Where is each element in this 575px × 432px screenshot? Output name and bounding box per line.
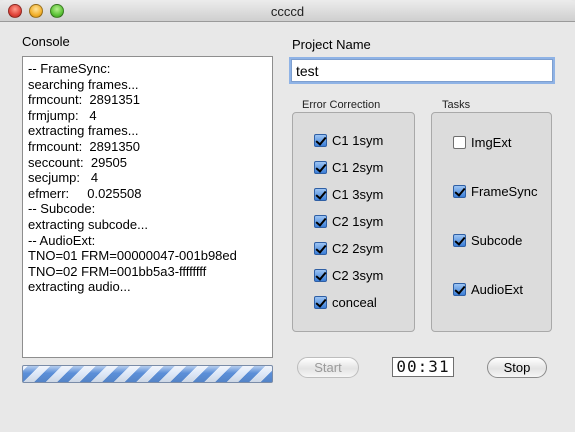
checked-icon[interactable] [453, 185, 466, 198]
checked-icon[interactable] [453, 234, 466, 247]
console-line: extracting audio... [28, 279, 131, 295]
tasks-checkbox[interactable]: Subcode [453, 233, 522, 248]
console-line: frmcount: 2891350 [28, 138, 141, 154]
error-correction-title: Error Correction [302, 99, 381, 111]
console-line: secjump: 4 [28, 170, 99, 186]
title-bar: ccccd [0, 0, 575, 22]
console-line: TNO=02 FRM=001bb5a3-ffffffff [28, 263, 207, 279]
elapsed-timer: 00:31 [392, 357, 454, 377]
error-correction-checkbox[interactable]: C2 1sym [314, 214, 383, 229]
checked-icon[interactable] [314, 134, 327, 147]
tasks-checkbox-label: FrameSync [471, 184, 538, 199]
tasks-checkbox[interactable]: ImgExt [453, 135, 511, 150]
error-correction-checkbox-label: conceal [332, 295, 377, 310]
window-title: ccccd [270, 4, 305, 19]
error-correction-checkbox-label: C1 3sym [332, 187, 384, 202]
console-line: seccount: 29505 [28, 154, 128, 170]
start-button[interactable]: Start [297, 357, 359, 378]
checked-icon[interactable] [314, 296, 327, 309]
checked-icon[interactable] [314, 242, 327, 255]
checked-icon[interactable] [453, 283, 466, 296]
console-label: Console [22, 34, 70, 49]
tasks-checkbox-label: Subcode [471, 233, 523, 248]
console-line: extracting subcode... [28, 216, 148, 232]
console-line: -- FrameSync: [28, 61, 111, 76]
console-output[interactable]: -- FrameSync: searching frames... frmcou… [22, 56, 273, 358]
project-name-input[interactable] [291, 59, 553, 82]
console-line: searching frames... [28, 76, 139, 92]
error-correction-checkbox-label: C1 2sym [332, 160, 384, 175]
console-line: efmerr: 0.025508 [28, 185, 142, 201]
error-correction-checkbox-label: C2 3sym [332, 268, 384, 283]
error-correction-checkbox[interactable]: C2 3sym [314, 268, 383, 283]
checked-icon[interactable] [314, 215, 327, 228]
progress-bar [22, 365, 273, 383]
tasks-title: Tasks [442, 99, 471, 111]
console-line: -- Subcode: [28, 201, 96, 217]
tasks-checkbox-label: AudioExt [471, 282, 524, 297]
console-line: TNO=01 FRM=00000047-001b98ed [28, 248, 237, 264]
console-line: extracting frames... [28, 123, 139, 139]
error-correction-checkbox[interactable]: C1 3sym [314, 187, 383, 202]
error-correction-checkbox[interactable]: C2 2sym [314, 241, 383, 256]
error-correction-checkbox-label: C2 1sym [332, 214, 384, 229]
tasks-checkbox[interactable]: AudioExt [453, 282, 523, 297]
checked-icon[interactable] [314, 269, 327, 282]
project-name-label: Project Name [292, 37, 371, 52]
checked-icon[interactable] [314, 188, 327, 201]
error-correction-checkbox[interactable]: C1 1sym [314, 133, 383, 148]
tasks-checkbox[interactable]: FrameSync [453, 184, 537, 199]
console-line: frmjump: 4 [28, 107, 97, 123]
error-correction-checkbox[interactable]: C1 2sym [314, 160, 383, 175]
unchecked-icon[interactable] [453, 136, 466, 149]
checked-icon[interactable] [314, 161, 327, 174]
error-correction-checkbox[interactable]: conceal [314, 295, 377, 310]
error-correction-checkbox-label: C1 1sym [332, 133, 384, 148]
tasks-checkbox-label: ImgExt [471, 135, 512, 150]
console-line: frmcount: 2891351 [28, 92, 141, 108]
error-correction-checkbox-label: C2 2sym [332, 241, 384, 256]
stop-button[interactable]: Stop [487, 357, 547, 378]
console-line: -- AudioExt: [28, 232, 96, 248]
